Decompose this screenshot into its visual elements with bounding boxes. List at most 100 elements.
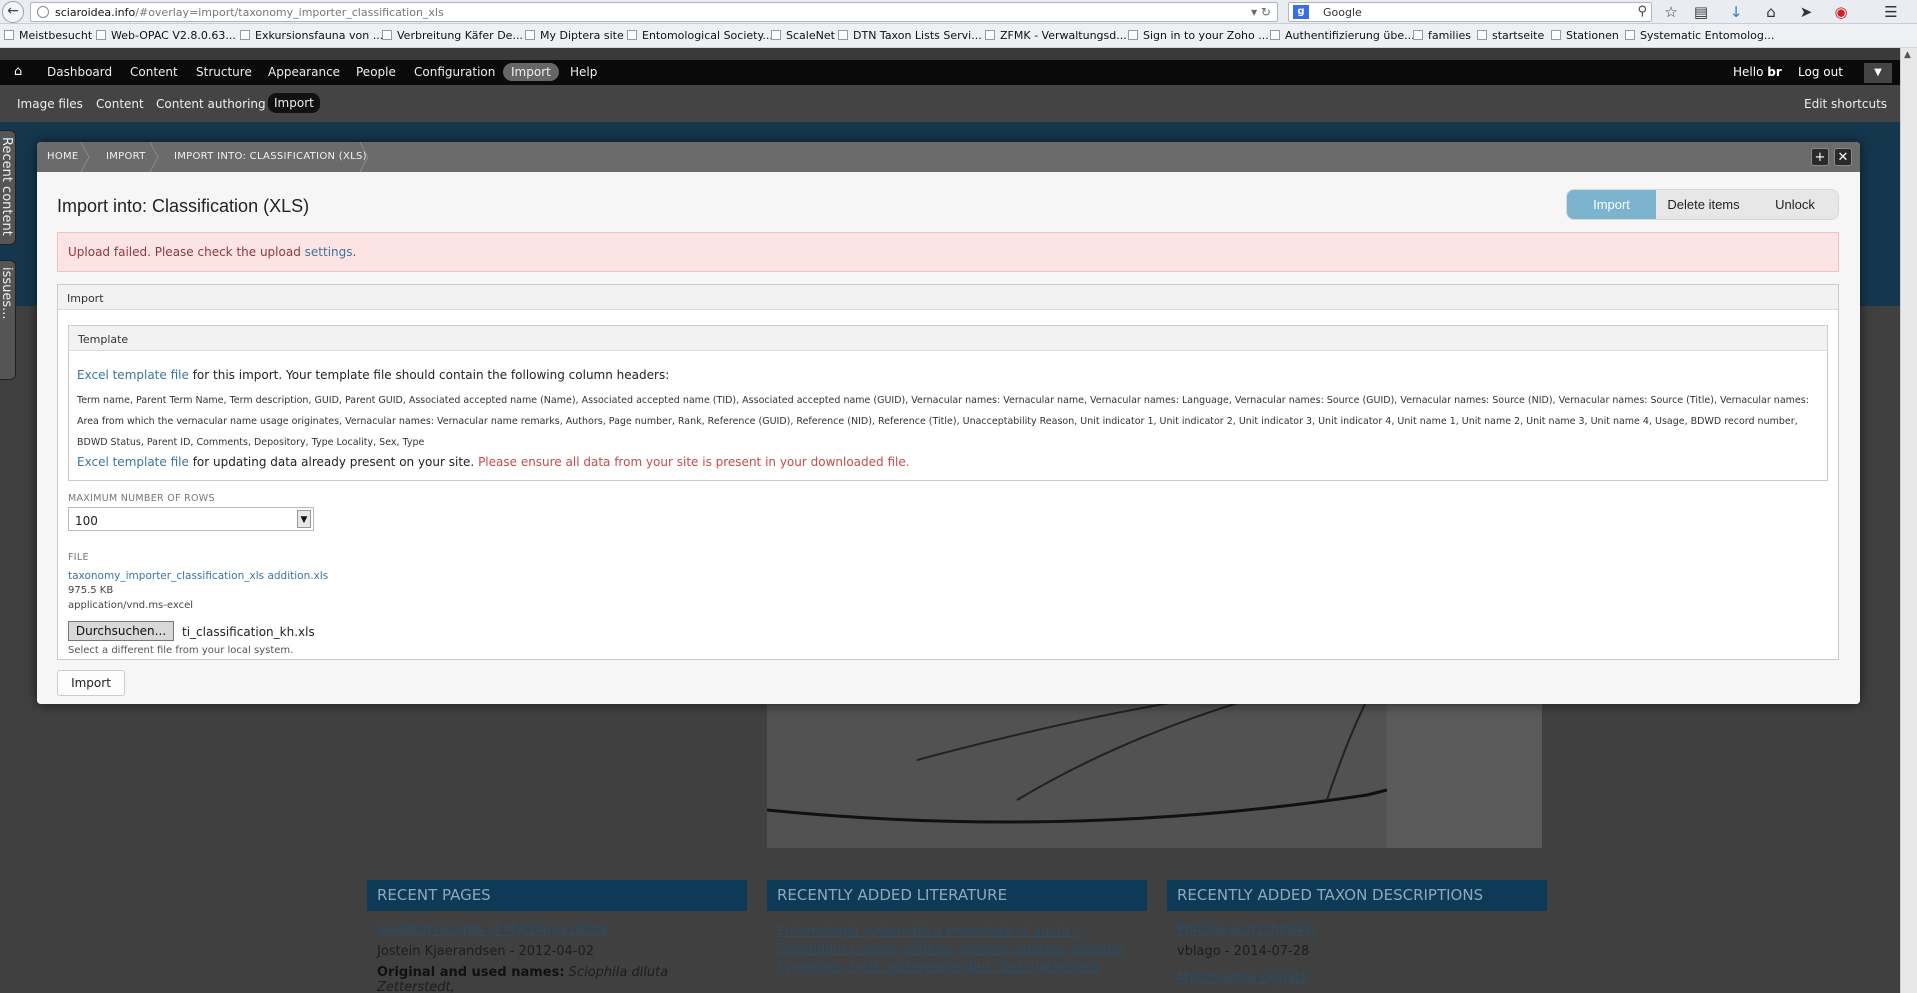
bookmark-item[interactable]: Sign in to your Zoho ...	[1128, 29, 1269, 42]
url-text: sciaroidea.info/#overlay=import/taxonomy…	[55, 6, 444, 19]
settings-link[interactable]: settings	[305, 245, 353, 259]
bookmark-item[interactable]: Systematic Entomolog...	[1625, 29, 1774, 42]
tab-import[interactable]: Import	[1567, 190, 1656, 219]
toolbar-item-configuration[interactable]: Configuration	[414, 65, 495, 79]
bookmark-item[interactable]: My Diptera site	[525, 29, 624, 42]
chevron-down-icon[interactable]: ▼	[297, 510, 311, 528]
home-icon[interactable]: ⌂	[14, 64, 22, 79]
shortcut-import[interactable]: Import	[268, 93, 320, 113]
file-mime: application/vnd.ms-excel	[68, 600, 194, 611]
toolbar-item-appearance[interactable]: Appearance	[268, 65, 340, 79]
breadcrumb-separator-icon	[149, 142, 159, 173]
add-shortcut-icon[interactable]: +	[1811, 148, 1829, 166]
template-update: Excel template file for updating data al…	[77, 455, 910, 469]
chosen-file-name: ti_classification_kh.xls	[182, 625, 315, 639]
shortcut-content[interactable]: Content	[96, 97, 144, 111]
bookmark-item[interactable]: Entomological Society...	[627, 29, 773, 42]
breadcrumb-home[interactable]: HOME	[47, 151, 79, 162]
uploaded-file-link[interactable]: taxonomy_importer_classification_xls add…	[68, 570, 328, 582]
max-rows-label: MAXIMUM NUMBER OF ROWS	[68, 493, 215, 504]
action-tabs: Import Delete items Unlock	[1566, 189, 1839, 220]
tab-unlock[interactable]: Unlock	[1751, 190, 1839, 219]
error-text: Upload failed. Please check the upload s…	[68, 245, 357, 259]
literature-link[interactable]: Entomologia systematica emendata et auct…	[777, 923, 1137, 977]
search-engine-name: Google	[1323, 6, 1362, 19]
file-label: FILE	[68, 552, 89, 563]
file-size: 975.5 KB	[68, 585, 114, 596]
template-legend: Template	[69, 326, 1827, 351]
bookmark-item[interactable]: families	[1413, 29, 1471, 42]
close-icon[interactable]: ✕	[1834, 148, 1852, 166]
template-fieldset: Template Excel template file for this im…	[68, 325, 1828, 481]
logout-link[interactable]: Log out	[1798, 65, 1843, 79]
recent-taxon-heading: RECENTLY ADDED TAXON DESCRIPTIONS	[1167, 880, 1547, 911]
scroll-up-icon[interactable]: ▲	[1904, 50, 1911, 60]
magnifier-icon[interactable]: ⚲	[1637, 4, 1647, 19]
recent-content-tab[interactable]: Recent content	[0, 130, 16, 245]
bookmark-item[interactable]: Web-OPAC V2.8.0.63...	[96, 29, 236, 42]
max-rows-select[interactable]: 100 ▼	[68, 507, 314, 531]
bookmark-item[interactable]: Verbreitung Käfer De...	[382, 29, 523, 42]
taxon-link[interactable]: Phronia portschinskyi	[1177, 923, 1537, 938]
recent-page-extra: Original and used names: Sciophila dilut…	[377, 965, 669, 993]
recent-literature-block: RECENTLY ADDED LITERATURE Entomologia sy…	[767, 880, 1147, 977]
edit-shortcuts-link[interactable]: Edit shortcuts	[1804, 97, 1887, 111]
greeting: Hello br	[1733, 65, 1782, 79]
bookmark-item[interactable]: startseite	[1477, 29, 1544, 42]
download-icon[interactable]: ↓	[1725, 2, 1747, 22]
issues-tab[interactable]: issues...	[0, 260, 16, 380]
taxon-link-2[interactable]: Mycetophila signata	[1177, 971, 1537, 986]
toolbar-toggle-icon[interactable]: ▼	[1864, 63, 1892, 83]
adblock-icon[interactable]: ◉	[1830, 2, 1852, 22]
excel-update-template-link[interactable]: Excel template file	[77, 455, 189, 469]
bookmark-item[interactable]: Authentifizierung übe...	[1270, 29, 1415, 42]
home-icon[interactable]: ⌂	[1760, 2, 1782, 22]
bookmarks-list-icon[interactable]: ▤	[1690, 2, 1712, 22]
menu-icon[interactable]: ☰	[1880, 2, 1902, 22]
toolbar-item-people[interactable]: People	[356, 65, 396, 79]
breadcrumb-current[interactable]: IMPORT INTO: CLASSIFICATION (XLS)	[174, 151, 367, 162]
update-warning: Please ensure all data from your site is…	[478, 455, 910, 469]
bookmark-item[interactable]: Stationen	[1551, 29, 1619, 42]
toolbar-item-help[interactable]: Help	[570, 65, 597, 79]
toolbar-item-structure[interactable]: Structure	[196, 65, 252, 79]
import-fieldset: Import Template Excel template file for …	[57, 284, 1839, 660]
toolbar-item-dashboard[interactable]: Dashboard	[47, 65, 112, 79]
taxon-meta: vblago - 2014-07-28	[1177, 944, 1310, 959]
back-arrow-icon[interactable]: ←	[2, 1, 24, 23]
breadcrumb-import[interactable]: IMPORT	[106, 151, 146, 162]
breadcrumb: HOME IMPORT IMPORT INTO: CLASSIFICATION …	[37, 142, 1860, 173]
recent-pages-heading: RECENT PAGES	[367, 880, 747, 911]
reload-icon[interactable]: ▾ ↻	[1251, 5, 1271, 19]
column-headers-list: Term name, Parent Term Name, Term descri…	[77, 395, 1809, 448]
bookmark-item[interactable]: ZFMK - Verwaltungsd...	[985, 29, 1127, 42]
breadcrumb-separator-icon	[80, 142, 90, 173]
recent-page-link[interactable]: Swedish records of Mycomya diluta	[377, 923, 737, 938]
bookmark-item[interactable]: Meistbesucht	[4, 29, 92, 42]
import-legend: Import	[58, 285, 1838, 310]
tab-delete-items[interactable]: Delete items	[1656, 190, 1751, 219]
bookmarks-bar: Meistbesucht Web-OPAC V2.8.0.63... Exkur…	[0, 24, 1917, 48]
overlay-content: Import into: Classification (XLS) Import…	[37, 172, 1860, 704]
url-field[interactable]: sciaroidea.info/#overlay=import/taxonomy…	[30, 2, 1278, 22]
excel-template-link[interactable]: Excel template file	[77, 368, 189, 382]
page-scrollbar[interactable]: ▲	[1900, 48, 1917, 993]
send-icon[interactable]: ➤	[1795, 2, 1817, 22]
import-overlay: HOME IMPORT IMPORT INTO: CLASSIFICATION …	[37, 142, 1860, 704]
toolbar-item-import[interactable]: Import	[503, 63, 559, 81]
breadcrumb-separator-icon	[359, 142, 369, 173]
file-help-text: Select a different file from your local …	[68, 645, 294, 656]
bookmark-item[interactable]: Exkursionsfauna von ...	[240, 29, 383, 42]
shortcut-content-authoring[interactable]: Content authoring	[156, 97, 266, 111]
bookmark-item[interactable]: ScaleNet	[771, 29, 835, 42]
background-wing-image	[766, 699, 1542, 848]
search-field[interactable]: g Google ⚲	[1288, 2, 1652, 22]
toolbar-item-content[interactable]: Content	[130, 65, 178, 79]
shortcut-image-files[interactable]: Image files	[17, 97, 83, 111]
import-submit-button[interactable]: Import	[57, 670, 125, 696]
page-title: Import into: Classification (XLS)	[57, 196, 310, 216]
search-engine-icon[interactable]: g	[1293, 5, 1309, 19]
bookmark-item[interactable]: DTN Taxon Lists Servi...	[838, 29, 982, 42]
browse-button[interactable]: Durchsuchen...	[68, 621, 174, 641]
bookmark-star-icon[interactable]: ☆	[1660, 2, 1682, 22]
